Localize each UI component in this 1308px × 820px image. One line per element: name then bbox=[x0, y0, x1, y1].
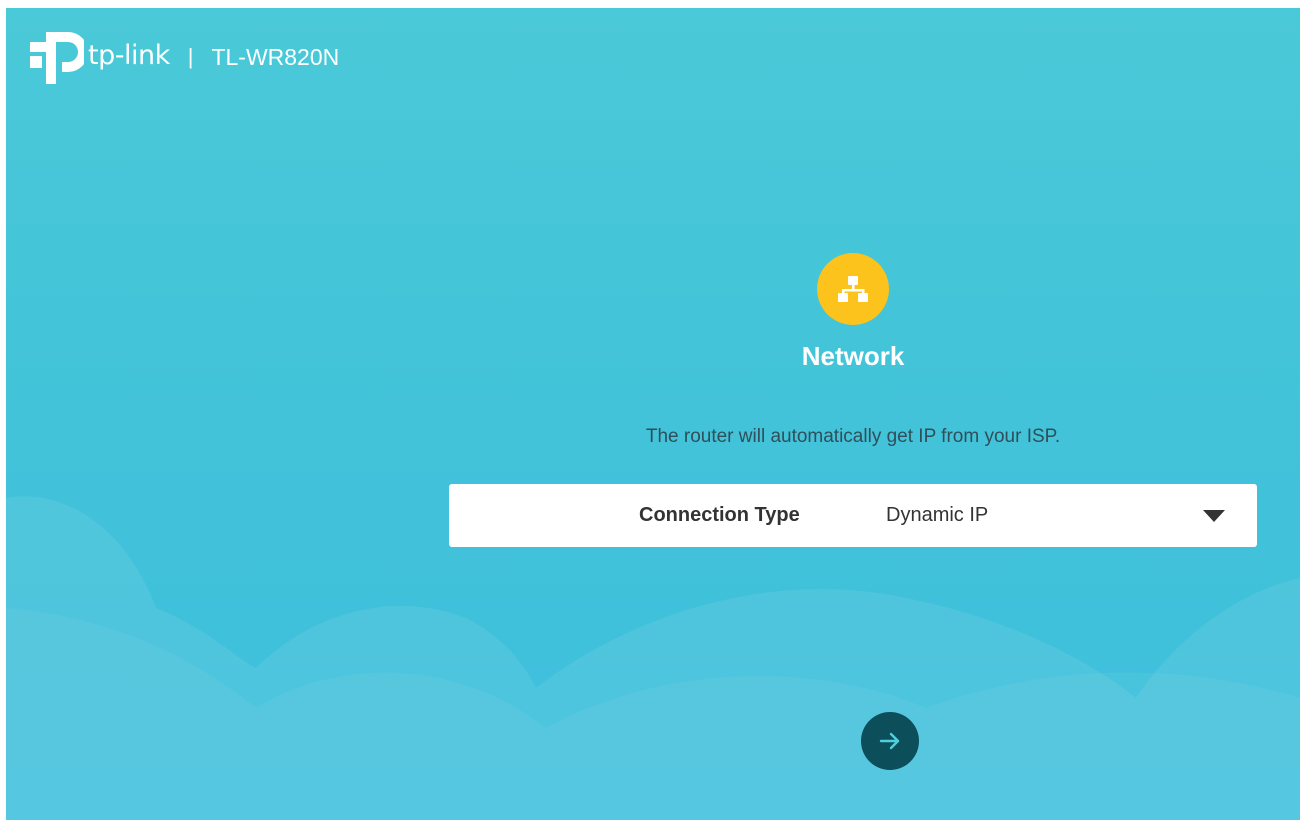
connection-type-label: Connection Type bbox=[639, 504, 800, 526]
header-separator: | bbox=[187, 44, 194, 69]
setup-page: tp-link | TL-WR820N Network The router w… bbox=[6, 8, 1300, 820]
model-name: TL-WR820N bbox=[211, 43, 340, 70]
header: tp-link | TL-WR820N bbox=[24, 28, 339, 88]
page-description: The router will automatically get IP fro… bbox=[645, 426, 1061, 447]
page-title: Network bbox=[801, 341, 905, 371]
brand-name: tp-link bbox=[88, 39, 170, 71]
dropdown-arrow-icon bbox=[1203, 510, 1225, 522]
connection-type-value: Dynamic IP bbox=[886, 504, 989, 526]
arrow-right-icon bbox=[879, 732, 900, 750]
next-button[interactable] bbox=[861, 712, 919, 770]
tp-link-logo-icon bbox=[30, 32, 84, 84]
connection-type-select[interactable]: Connection Type Dynamic IP bbox=[449, 484, 1257, 547]
network-topology-icon bbox=[817, 253, 889, 325]
cloud-background bbox=[6, 496, 1300, 820]
